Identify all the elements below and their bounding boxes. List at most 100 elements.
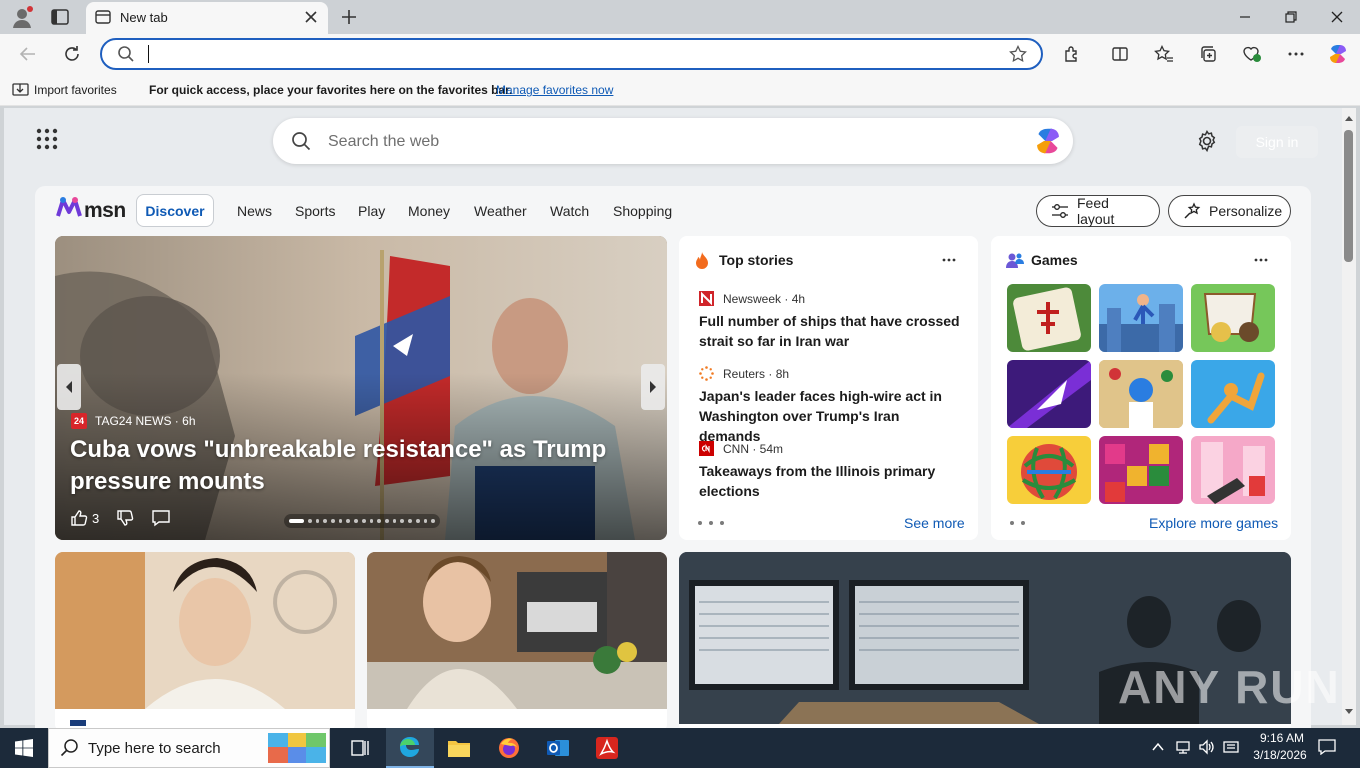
see-more-link[interactable]: See more	[904, 515, 965, 531]
carousel-dot[interactable]	[361, 519, 366, 523]
browser-essentials-icon[interactable]	[1240, 42, 1264, 66]
top-stories-pager[interactable]	[698, 521, 724, 525]
dislike-icon[interactable]	[116, 509, 134, 527]
carousel-dot[interactable]	[392, 519, 397, 523]
game-tile-blocks[interactable]	[1099, 436, 1183, 504]
story-headline[interactable]: Full number of ships that have crossed s…	[699, 311, 961, 351]
scrollbar-thumb[interactable]	[1344, 130, 1353, 262]
tray-chevron-up-icon[interactable]	[1151, 740, 1165, 754]
copilot-icon[interactable]	[1326, 42, 1350, 66]
personalize-button[interactable]: Personalize	[1168, 195, 1291, 227]
taskbar-firefox-icon[interactable]	[485, 728, 533, 768]
refresh-icon[interactable]	[60, 42, 84, 66]
app-launcher-icon[interactable]	[36, 128, 58, 150]
task-view-icon[interactable]	[336, 728, 384, 768]
carousel-dot[interactable]	[307, 519, 312, 523]
notification-center-icon[interactable]	[1318, 739, 1336, 755]
carousel-dot[interactable]	[354, 519, 358, 523]
nav-tab-shopping[interactable]: Shopping	[613, 203, 672, 219]
hero-carousel-indicator[interactable]	[284, 514, 440, 528]
close-tab-icon[interactable]	[304, 10, 318, 24]
carousel-dot[interactable]	[415, 519, 420, 523]
address-bar[interactable]	[100, 38, 1043, 70]
taskbar-edge-icon[interactable]	[386, 728, 434, 768]
tab-actions-icon[interactable]	[50, 8, 70, 26]
nav-tab-money[interactable]: Money	[408, 203, 450, 219]
back-arrow-icon[interactable]	[16, 42, 40, 66]
taskbar-outlook-icon[interactable]	[534, 728, 582, 768]
carousel-dot[interactable]	[423, 519, 428, 523]
settings-gear-icon[interactable]	[1196, 130, 1218, 152]
carousel-dot[interactable]	[338, 519, 343, 523]
game-tile-rubber-bands[interactable]	[1007, 436, 1091, 504]
nav-tab-watch[interactable]: Watch	[550, 203, 589, 219]
card-image-garden	[367, 552, 667, 709]
carousel-dot[interactable]	[369, 519, 374, 523]
new-tab-plus-icon[interactable]	[340, 8, 358, 26]
start-windows-icon[interactable]	[0, 728, 48, 768]
like-icon[interactable]	[70, 509, 88, 527]
hero-headline[interactable]: Cuba vows "unbreakable resistance" as Tr…	[70, 434, 630, 498]
game-tile-mahjong[interactable]	[1007, 284, 1091, 352]
hero-next-button[interactable]	[641, 364, 665, 410]
game-tile-cafe[interactable]	[1191, 284, 1275, 352]
game-tile-shop[interactable]	[1099, 360, 1183, 428]
split-screen-icon[interactable]	[1108, 42, 1132, 66]
explore-games-link[interactable]: Explore more games	[1149, 515, 1278, 531]
profile-icon[interactable]	[10, 6, 34, 30]
story-headline[interactable]: Takeaways from the Illinois primary elec…	[699, 461, 961, 501]
restore-icon[interactable]	[1268, 0, 1314, 34]
carousel-dot[interactable]	[385, 519, 389, 523]
games-more-icon[interactable]	[1253, 252, 1269, 268]
game-tile-shooter[interactable]	[1191, 436, 1275, 504]
carousel-dot[interactable]	[323, 519, 328, 523]
games-icon	[1006, 251, 1024, 269]
msn-logo[interactable]: msn	[84, 199, 126, 223]
carousel-dot-active[interactable]	[289, 519, 304, 523]
taskbar-file-explorer-icon[interactable]	[435, 728, 483, 768]
favorites-icon[interactable]	[1152, 42, 1176, 66]
carousel-dot[interactable]	[346, 519, 351, 523]
extensions-icon[interactable]	[1060, 42, 1084, 66]
clock-time[interactable]: 9:16 AM	[1252, 731, 1312, 745]
game-tile-puppet[interactable]	[1191, 360, 1275, 428]
minimize-icon[interactable]	[1222, 0, 1268, 34]
nav-tab-weather[interactable]: Weather	[474, 203, 527, 219]
close-window-icon[interactable]	[1314, 0, 1360, 34]
hero-prev-button[interactable]	[57, 364, 81, 410]
scroll-up-icon[interactable]	[1344, 114, 1354, 122]
carousel-dot[interactable]	[331, 519, 335, 523]
more-menu-icon[interactable]	[1284, 42, 1308, 66]
collections-icon[interactable]	[1196, 42, 1220, 66]
game-tile-runner[interactable]	[1099, 284, 1183, 352]
taskbar-search-placeholder: Type here to search	[88, 740, 221, 757]
favorite-star-icon[interactable]	[1006, 42, 1030, 66]
games-pager[interactable]	[1010, 521, 1025, 525]
nav-tab-play[interactable]: Play	[358, 203, 385, 219]
top-stories-more-icon[interactable]	[941, 252, 957, 268]
story-headline[interactable]: Japan's leader faces high-wire act in Wa…	[699, 386, 961, 446]
tray-network-icon[interactable]	[1175, 739, 1191, 755]
taskbar-acrobat-icon[interactable]	[583, 728, 631, 768]
nav-tab-discover[interactable]: Discover	[136, 194, 214, 227]
sign-in-button[interactable]: Sign in	[1236, 126, 1318, 158]
manage-favorites-link[interactable]: Manage favorites now	[496, 83, 613, 97]
scroll-down-icon[interactable]	[1344, 708, 1354, 716]
carousel-dot[interactable]	[315, 519, 320, 523]
nav-tab-news[interactable]: News	[237, 203, 272, 219]
chevron-left-icon	[66, 381, 72, 393]
copilot-search-icon[interactable]	[1033, 126, 1063, 156]
carousel-dot[interactable]	[400, 519, 405, 523]
feed-layout-button[interactable]: Feed layout	[1036, 195, 1160, 227]
tray-ime-icon[interactable]	[1223, 739, 1239, 755]
tray-volume-icon[interactable]	[1198, 739, 1216, 755]
carousel-dot[interactable]	[431, 519, 436, 523]
import-favorites-button[interactable]: Import favorites	[34, 83, 117, 97]
game-tile-arrow[interactable]	[1007, 360, 1091, 428]
nav-tab-sports[interactable]: Sports	[295, 203, 335, 219]
carousel-dot[interactable]	[408, 519, 412, 523]
carousel-dot[interactable]	[377, 519, 382, 523]
comment-icon[interactable]	[151, 509, 171, 527]
cnn-logo-icon	[699, 441, 714, 456]
clock-date[interactable]: 3/18/2026	[1248, 748, 1312, 762]
